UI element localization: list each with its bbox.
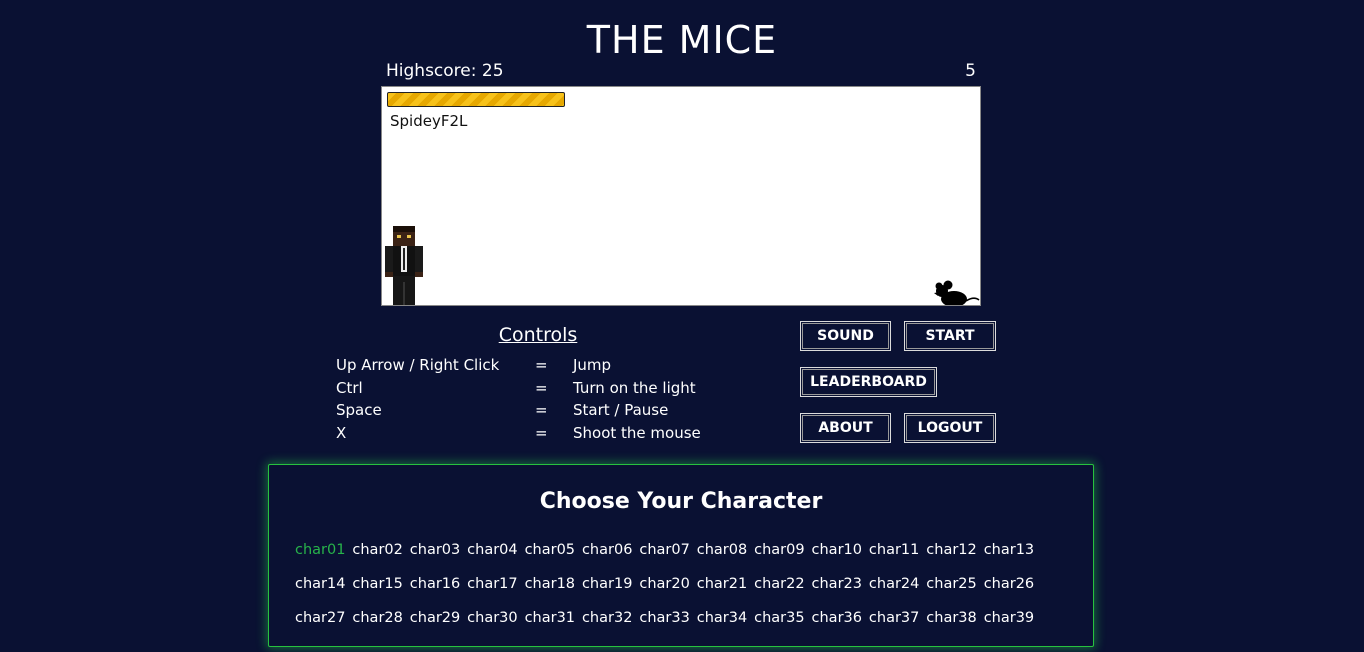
character-option[interactable]: char10 [812,533,869,567]
chooser-heading: Choose Your Character [539,489,823,514]
character-option[interactable]: char07 [639,533,696,567]
character-option[interactable]: char28 [352,601,409,635]
control-row: Space = Start / Pause [336,401,756,424]
control-action: Shoot the mouse [573,423,701,442]
character-option[interactable]: char25 [926,567,983,601]
control-key: X [336,423,347,442]
control-row: Up Arrow / Right Click = Jump [336,356,756,379]
character-option[interactable]: char14 [295,567,352,601]
control-equals: = [535,423,548,442]
health-bar [387,92,565,107]
control-action: Turn on the light [573,378,696,397]
game-canvas[interactable]: SpideyF2L [381,86,981,306]
mouse-icon [934,280,980,305]
logout-button[interactable]: LOGOUT [904,413,996,443]
page-title: THE MICE [586,18,778,62]
player-sprite [384,226,424,305]
character-option[interactable]: char34 [697,601,754,635]
control-equals: = [535,401,548,419]
character-option[interactable]: char03 [410,533,467,567]
character-option[interactable]: char29 [410,601,467,635]
character-option[interactable]: char26 [984,567,1041,601]
character-option[interactable]: char11 [869,533,926,567]
character-option[interactable]: char36 [812,601,869,635]
character-option[interactable]: char12 [926,533,983,567]
character-option[interactable]: char01 [295,533,352,567]
character-option[interactable]: char09 [754,533,811,567]
character-option[interactable]: char08 [697,533,754,567]
character-option[interactable]: char37 [869,601,926,635]
start-button[interactable]: START [904,321,996,351]
health-bar-fill [388,93,564,106]
character-option[interactable]: char13 [984,533,1041,567]
character-option[interactable]: char31 [525,601,582,635]
character-option[interactable]: char23 [812,567,869,601]
character-option[interactable]: char06 [582,533,639,567]
character-option[interactable]: char33 [639,601,696,635]
character-option[interactable]: char17 [467,567,524,601]
game-page: THE MICE Highscore: 25 5 SpideyF2L Contr… [0,0,1364,652]
controls-list: Up Arrow / Right Click = Jump Ctrl = Tur… [336,356,756,446]
highscore-label: Highscore: 25 [386,61,504,81]
character-option[interactable]: char38 [926,601,983,635]
character-option[interactable]: char21 [697,567,754,601]
player-name: SpideyF2L [390,112,468,130]
character-option[interactable]: char30 [467,601,524,635]
control-equals: = [535,356,548,374]
character-option[interactable]: char15 [352,567,409,601]
control-key: Space [336,401,382,419]
character-option[interactable]: char20 [639,567,696,601]
character-option[interactable]: char22 [754,567,811,601]
character-option[interactable]: char27 [295,601,352,635]
about-button[interactable]: ABOUT [800,413,891,443]
control-row: X = Shoot the mouse [336,424,756,447]
character-option[interactable]: char02 [352,533,409,567]
character-option[interactable]: char24 [869,567,926,601]
character-option[interactable]: char19 [582,567,639,601]
control-key: Ctrl [336,378,363,397]
character-option[interactable]: char18 [525,567,582,601]
character-list: char01 char02 char03 char04 char05 char06 char… [295,533,1085,635]
current-score: 5 [965,61,976,81]
character-option[interactable]: char35 [754,601,811,635]
character-option[interactable]: char39 [984,601,1041,635]
controls-heading: Controls [498,324,578,346]
control-action: Start / Pause [573,401,669,419]
score-bar: Highscore: 25 5 [386,61,976,81]
sound-button[interactable]: SOUND [800,321,891,351]
character-chooser: Choose Your Character char01 char02 char03… [268,464,1094,647]
control-key: Up Arrow / Right Click [336,356,500,374]
character-option[interactable]: char04 [467,533,524,567]
character-option[interactable]: char32 [582,601,639,635]
leaderboard-button[interactable]: LEADERBOARD [800,367,937,397]
control-equals: = [535,378,548,397]
character-option[interactable]: char05 [525,533,582,567]
control-action: Jump [573,356,612,374]
control-row: Ctrl = Turn on the light [336,379,756,402]
character-option[interactable]: char16 [410,567,467,601]
